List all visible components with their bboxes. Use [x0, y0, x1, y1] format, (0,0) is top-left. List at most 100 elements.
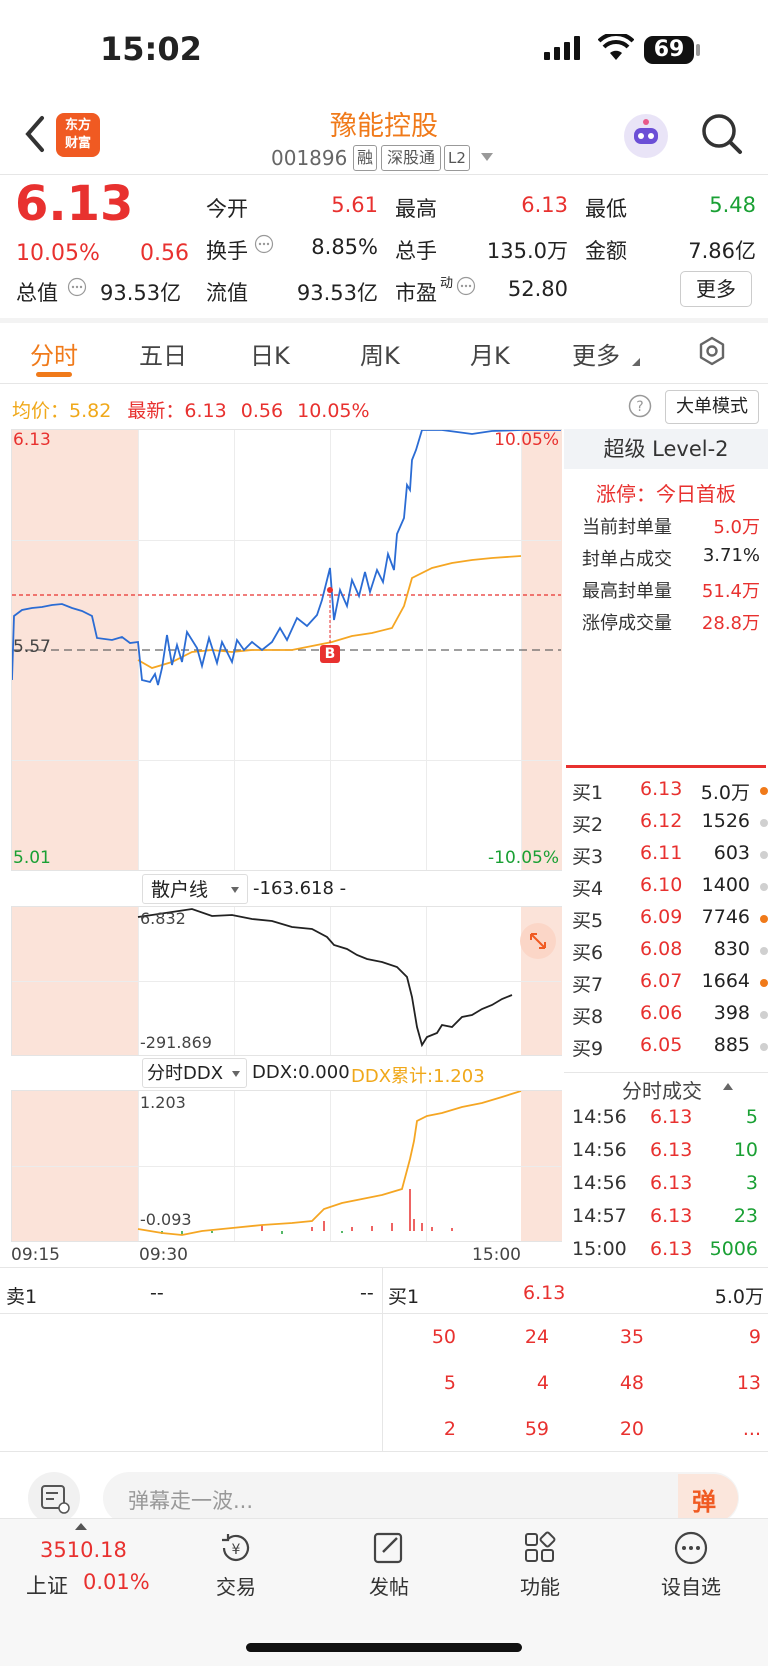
chart-min-pct: -10.05% — [488, 848, 559, 868]
trades-title[interactable]: 分时成交 — [622, 1075, 702, 1104]
home-indicator[interactable] — [246, 1643, 522, 1652]
pct-change: 10.05% — [16, 241, 100, 266]
comment-placeholder: 弹幕走一波... — [128, 1489, 254, 1513]
bid-row[interactable]: 买4 6.10 1400 — [570, 874, 768, 906]
more-button[interactable]: 更多 — [680, 271, 752, 307]
expand-icon[interactable] — [520, 923, 556, 959]
nav-trade[interactable]: ¥ 交易 — [201, 1530, 271, 1600]
more-caret-icon — [632, 358, 640, 366]
ddx-chart[interactable]: 1.203 -0.093 — [11, 1090, 562, 1242]
info-icon[interactable] — [254, 234, 274, 258]
bid-row[interactable]: 买7 6.07 1664 — [570, 970, 768, 1002]
tab-weekly-k[interactable]: 周K — [360, 336, 400, 371]
retail-chart[interactable]: 6.832 -291.869 — [11, 906, 562, 1056]
seal-ratio-value: 3.71% — [702, 545, 760, 566]
index-name[interactable]: 上证 — [26, 1570, 68, 1600]
edit-icon — [373, 1532, 403, 1564]
tab-indicator — [36, 372, 72, 377]
bid-row[interactable]: 买5 6.09 7746 — [570, 906, 768, 938]
seal-ratio-label: 封单占成交 — [582, 549, 672, 570]
main-chart[interactable]: B 6.13 10.05% 5.57 5.01 -10.05% — [11, 429, 562, 871]
buy1-label: 买1 — [388, 1286, 420, 1308]
svg-text:?: ? — [636, 399, 643, 415]
nav-functions[interactable]: 功能 — [505, 1530, 575, 1600]
more-dots-icon — [674, 1531, 708, 1565]
order-dot-icon — [760, 819, 768, 827]
retail-line-selector[interactable]: 散户线 — [142, 874, 248, 904]
latest-change: 0.56 — [240, 400, 284, 422]
tab-more[interactable]: 更多 — [572, 336, 620, 371]
help-icon[interactable]: ? — [628, 394, 652, 422]
order-dot-icon — [760, 1011, 768, 1019]
volume-label: 总手 — [395, 239, 437, 263]
svg-text:¥: ¥ — [232, 1542, 241, 1558]
battery-icon: 69 — [644, 36, 694, 64]
big-order-mode-button[interactable]: 大单模式 — [665, 390, 759, 424]
sell1-label: 卖1 — [6, 1286, 38, 1308]
comment-list-icon[interactable] — [28, 1472, 80, 1524]
tag-l2: L2 — [444, 145, 470, 171]
trade-row: 14:57 6.13 23 — [572, 1205, 758, 1227]
chevron-down-icon[interactable] — [481, 153, 493, 161]
battery-cap — [696, 44, 700, 56]
trade-yen-icon: ¥ — [222, 1534, 250, 1561]
level2-divider — [566, 765, 766, 768]
latest-value: 6.13 — [184, 400, 227, 422]
time-label-close: 15:00 — [472, 1245, 521, 1265]
wifi-icon — [597, 31, 635, 66]
order-dot-icon — [760, 1043, 768, 1051]
tab-monthly-k[interactable]: 月K — [470, 336, 510, 371]
bid-row[interactable]: 买3 6.11 603 — [570, 842, 768, 874]
nav-post-label: 发帖 — [369, 1575, 409, 1599]
nav-watchlist[interactable]: 设自选 — [653, 1530, 729, 1600]
order-dot-icon — [760, 979, 768, 987]
limit-volume-label: 涨停成交量 — [582, 613, 672, 634]
index-pct[interactable]: 0.01% — [83, 1570, 150, 1594]
high-value: 6.13 — [521, 193, 568, 217]
tab-5day[interactable]: 五日 — [139, 336, 187, 371]
retail-min: -291.869 — [140, 1033, 212, 1052]
pe-sup: 动 — [440, 276, 454, 291]
total-value: 93.53亿 — [100, 281, 182, 305]
open-value: 5.61 — [331, 193, 378, 217]
comment-input[interactable]: 弹幕走一波... — [103, 1472, 739, 1524]
sell1-price: -- — [150, 1282, 164, 1304]
robot-avatar-icon[interactable] — [624, 114, 668, 158]
order-dot-icon — [760, 883, 768, 891]
bid-row[interactable]: 买9 6.05 885 — [570, 1034, 768, 1066]
gear-icon[interactable] — [697, 336, 727, 370]
bid-row[interactable]: 买1 6.13 5.0万 — [570, 778, 768, 810]
bid-row[interactable]: 买6 6.08 830 — [570, 938, 768, 970]
latest-pct: 10.05% — [297, 400, 370, 422]
chevron-down-icon — [232, 1071, 240, 1077]
nav-post[interactable]: 发帖 — [354, 1530, 424, 1600]
retail-line-value: -163.618 - — [253, 878, 347, 899]
ddx-selector[interactable]: 分时DDX — [142, 1058, 247, 1088]
index-value[interactable]: 3510.18 — [40, 1538, 127, 1562]
chevron-up-icon[interactable] — [723, 1083, 733, 1090]
bid-row[interactable]: 买2 6.12 1526 — [570, 810, 768, 842]
info-icon[interactable] — [67, 277, 87, 301]
max-seal-value: 51.4万 — [701, 581, 760, 602]
high-label: 最高 — [395, 197, 437, 221]
trade-row: 14:56 6.13 3 — [572, 1172, 758, 1194]
trade-row: 14:56 6.13 5 — [572, 1106, 758, 1128]
buy-queue-grid: 50 24 35 9 5 4 48 13 2 59 20... — [431, 1326, 761, 1440]
tab-intraday[interactable]: 分时 — [30, 336, 78, 371]
chart-min-price: 5.01 — [13, 848, 51, 868]
sell1-volume: -- — [360, 1282, 374, 1304]
status-time: 15:02 — [100, 30, 202, 68]
level2-header: 超级 Level-2 — [564, 429, 768, 469]
turnover-value: 8.85% — [311, 235, 378, 259]
tag-margin: 融 — [353, 145, 377, 171]
order-dot-icon — [760, 787, 768, 795]
max-seal-label: 最高封单量 — [582, 581, 672, 602]
bid-row[interactable]: 买8 6.06 398 — [570, 1002, 768, 1034]
danmaku-button[interactable]: 弹 — [678, 1474, 738, 1522]
tab-daily-k[interactable]: 日K — [250, 336, 290, 371]
buy-marker[interactable]: B — [320, 645, 340, 663]
tag-connect: 深股通 — [381, 145, 441, 171]
order-dot-icon — [760, 915, 768, 923]
turnover-label: 换手 — [206, 239, 248, 263]
search-icon[interactable] — [700, 112, 744, 160]
